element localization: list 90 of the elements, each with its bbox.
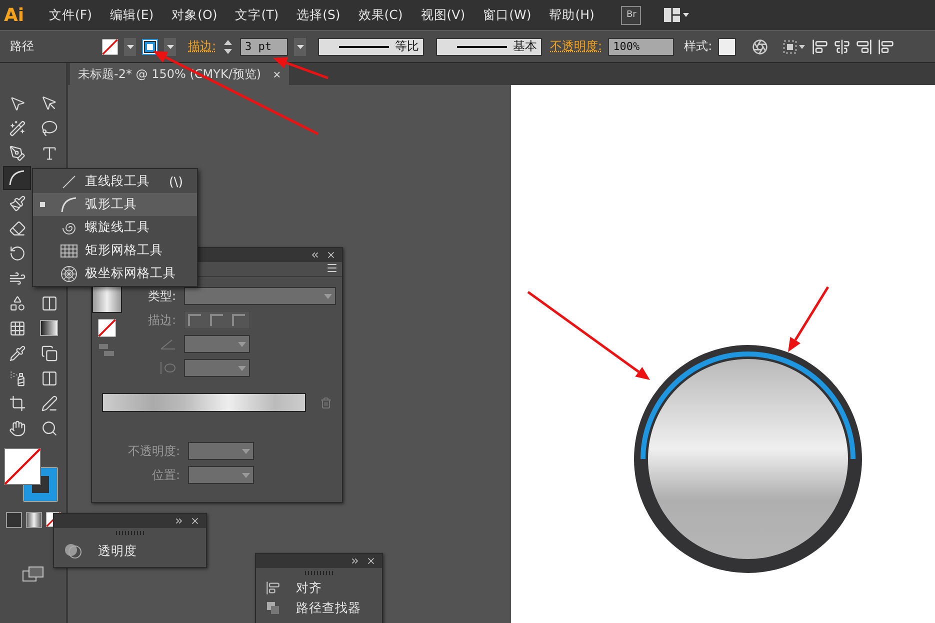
opacity-label: 不透明度: xyxy=(126,442,180,460)
bridge-button[interactable]: Br xyxy=(621,6,642,24)
fill-swatch[interactable] xyxy=(102,38,118,54)
workspace-layout-icon[interactable] xyxy=(663,7,690,23)
align-center-icon[interactable] xyxy=(834,38,850,54)
close-icon[interactable] xyxy=(190,516,200,526)
select-similar-icon[interactable] xyxy=(782,38,806,54)
hand-tool-icon[interactable] xyxy=(8,420,26,436)
type-label: 类型: xyxy=(146,288,176,304)
dropdown-caret-icon[interactable] xyxy=(124,38,136,56)
panel-menu-icon[interactable] xyxy=(326,262,338,274)
arc-tool-icon xyxy=(8,169,26,187)
line-segment-icon xyxy=(60,172,78,190)
menu-item[interactable]: 选择(S) xyxy=(288,6,350,24)
profile-dropdown[interactable]: 等比 xyxy=(318,38,424,56)
panel-item[interactable]: 透明度 xyxy=(54,538,206,564)
menu-item[interactable]: 窗口(W) xyxy=(474,6,540,24)
selection-tool-icon[interactable] xyxy=(8,94,26,112)
symbol-sprayer-icon[interactable] xyxy=(8,370,26,386)
stroke-label: 描边: xyxy=(188,38,216,55)
tool-menu-item[interactable]: 矩形网格工具 xyxy=(33,239,197,262)
panel-item[interactable]: 对齐 xyxy=(256,578,382,598)
eraser-icon[interactable] xyxy=(8,220,26,236)
eyedropper-icon[interactable] xyxy=(8,344,26,362)
polar-grid-icon xyxy=(60,264,78,282)
close-icon[interactable] xyxy=(326,250,336,260)
stroke-weight-field[interactable]: 3 pt xyxy=(240,38,288,56)
app-logo: Ai xyxy=(4,4,26,26)
tool-menu-item[interactable]: 极坐标网格工具 xyxy=(33,262,197,285)
align-icon xyxy=(266,581,280,595)
menu-item[interactable]: 编辑(E) xyxy=(100,6,163,24)
expand-icon[interactable] xyxy=(174,516,184,526)
stroke-label: 描边: xyxy=(146,312,176,328)
expand-icon[interactable] xyxy=(350,556,360,566)
tool-menu-item[interactable]: 弧形工具 xyxy=(33,193,197,216)
align-left-icon[interactable] xyxy=(812,38,828,54)
pathfinder-icon xyxy=(266,601,280,615)
rotate-tool-icon[interactable] xyxy=(8,244,26,262)
position-label: 位置: xyxy=(150,466,180,484)
panel-item[interactable]: 路径查找器 xyxy=(256,598,382,618)
align-right-icon[interactable] xyxy=(856,38,872,54)
magic-wand-icon[interactable] xyxy=(8,120,26,136)
direct-selection-tool-icon[interactable] xyxy=(40,94,58,112)
color-mode-button[interactable] xyxy=(6,512,22,528)
mesh-tool-icon[interactable] xyxy=(8,320,26,336)
dropdown-caret-icon[interactable] xyxy=(294,38,306,56)
opacity-dropdown[interactable] xyxy=(188,442,254,460)
lasso-icon[interactable] xyxy=(40,120,58,136)
angle-dropdown[interactable] xyxy=(184,335,250,353)
close-icon[interactable] xyxy=(366,556,376,566)
stroke-swatch[interactable] xyxy=(142,38,158,54)
menu-item[interactable]: 视图(V) xyxy=(412,6,474,24)
opacity-label: 不透明度: xyxy=(550,38,602,55)
paintbrush-icon[interactable] xyxy=(8,194,26,212)
position-dropdown[interactable] xyxy=(188,466,254,484)
menu-item[interactable]: 帮助(H) xyxy=(540,6,604,24)
arc-icon xyxy=(60,196,78,214)
collapse-icon[interactable] xyxy=(310,250,320,260)
zoom-icon[interactable] xyxy=(40,420,58,436)
tool-menu-item[interactable]: 螺旋线工具 xyxy=(33,216,197,239)
shape-builder-icon[interactable] xyxy=(8,294,26,312)
align-top-icon[interactable] xyxy=(878,38,894,54)
type-tool-icon[interactable] xyxy=(40,144,58,162)
type-dropdown[interactable] xyxy=(184,287,336,305)
menu-item[interactable]: 文字(T) xyxy=(226,6,288,24)
stepper-icon[interactable] xyxy=(222,38,234,56)
screen-mode-icon[interactable] xyxy=(22,566,44,582)
annotation-arrow xyxy=(788,286,830,352)
gradient-tool-icon[interactable] xyxy=(40,320,58,336)
opacity-field[interactable]: 100% xyxy=(608,38,674,56)
brush-dropdown[interactable]: 基本 xyxy=(436,38,542,56)
grid-icon xyxy=(60,244,78,258)
selection-label: 路径 xyxy=(10,38,35,55)
aspect-ratio-icon xyxy=(158,361,176,375)
menu-item[interactable]: 对象(O) xyxy=(162,6,226,24)
stroke-gradient-buttons[interactable] xyxy=(184,311,250,329)
style-label: 样式: xyxy=(684,38,712,55)
angle-icon xyxy=(160,338,176,350)
fill-stroke-swatch[interactable] xyxy=(98,319,116,337)
aspect-dropdown[interactable] xyxy=(184,359,250,377)
pen-tool-icon[interactable] xyxy=(8,144,26,162)
gradient-mode-button[interactable] xyxy=(26,512,42,528)
tool-menu-item[interactable]: 直线段工具 (\) xyxy=(33,170,197,193)
menu-item[interactable]: 效果(C) xyxy=(349,6,412,24)
transparency-icon xyxy=(64,543,82,559)
style-swatch[interactable] xyxy=(718,38,736,56)
close-tab-button[interactable]: × xyxy=(273,66,281,82)
dropdown-caret-icon[interactable] xyxy=(164,38,176,56)
recolor-icon[interactable] xyxy=(752,38,768,54)
menu-item[interactable]: 文件(F) xyxy=(40,6,101,24)
